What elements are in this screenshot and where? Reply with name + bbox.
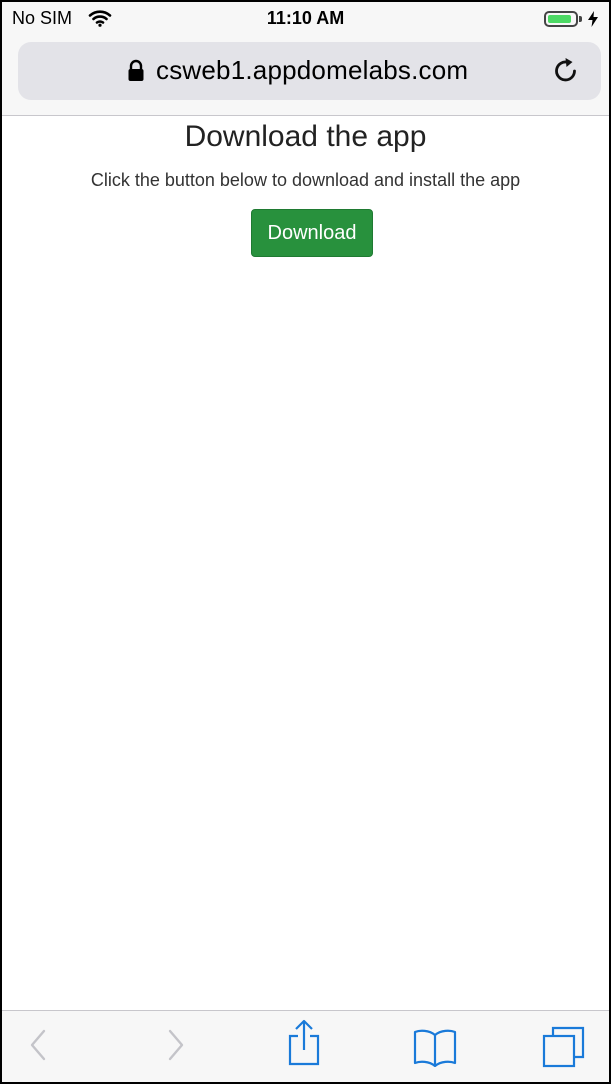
- browser-toolbar: [2, 1010, 609, 1082]
- forward-icon[interactable]: [162, 1025, 188, 1070]
- browser-window: No SIM 11:10 AM csweb1.appdomelabs.com D…: [2, 2, 609, 1082]
- battery-icon: [544, 11, 578, 27]
- status-time: 11:10 AM: [266, 8, 345, 28]
- bookmarks-icon[interactable]: [412, 1027, 458, 1072]
- back-icon[interactable]: [26, 1025, 52, 1070]
- tabs-icon[interactable]: [542, 1025, 586, 1074]
- status-bar: No SIM 11:10 AM: [2, 2, 609, 38]
- charging-bolt-icon: [588, 11, 598, 32]
- battery-level: [548, 15, 571, 23]
- reload-icon[interactable]: [551, 56, 581, 91]
- battery-nub: [579, 16, 582, 22]
- page-subtitle: Click the button below to download and i…: [90, 170, 521, 190]
- browser-chrome: No SIM 11:10 AM csweb1.appdomelabs.com: [2, 2, 609, 116]
- page-title: Download the app: [184, 120, 427, 153]
- address-bar[interactable]: csweb1.appdomelabs.com: [18, 42, 601, 100]
- lock-icon: [126, 59, 146, 88]
- share-icon[interactable]: [284, 1019, 324, 1072]
- url-text: csweb1.appdomelabs.com: [156, 55, 469, 85]
- download-button[interactable]: Download: [251, 209, 373, 257]
